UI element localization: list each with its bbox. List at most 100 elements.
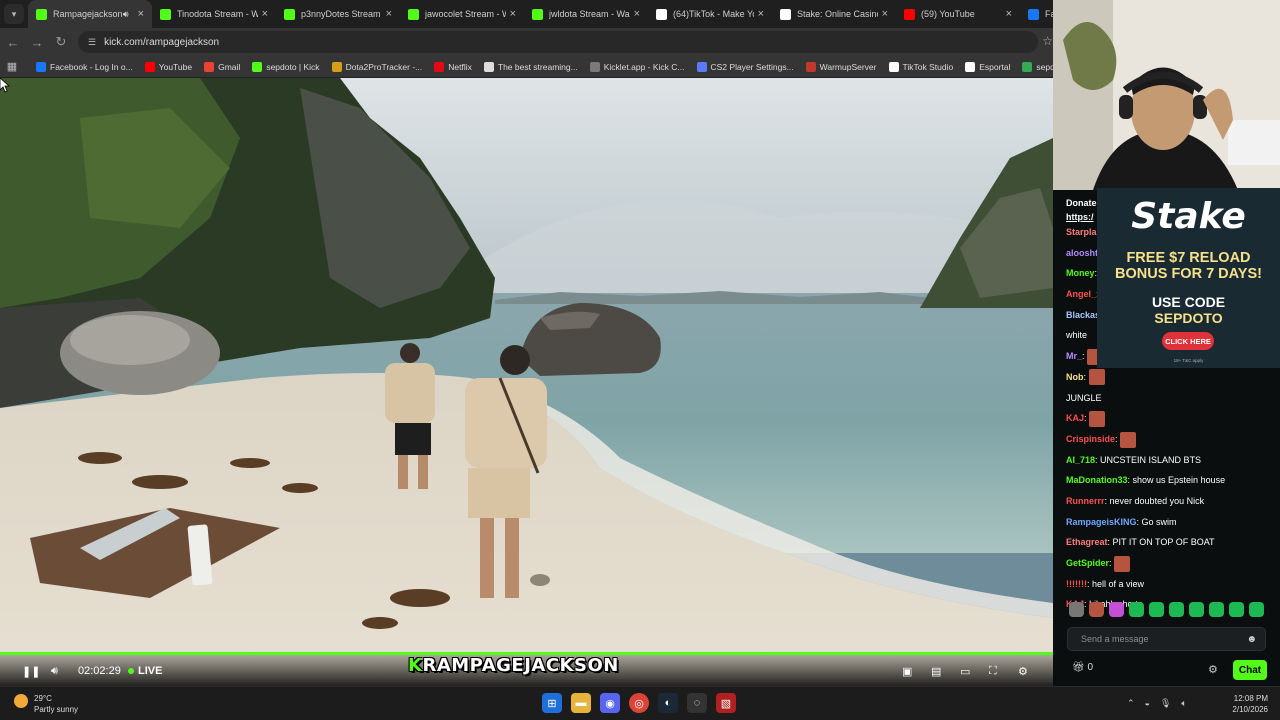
chrome-icon[interactable]: ◎ xyxy=(629,693,649,713)
chat-text: Go swim xyxy=(1141,516,1177,527)
browser-tab[interactable]: Tinodota Stream - W × xyxy=(152,0,276,28)
emote-icon[interactable] xyxy=(1109,602,1124,617)
browser-tab[interactable]: (59) YouTube × xyxy=(896,0,1020,28)
send-chat-button[interactable]: Chat xyxy=(1233,660,1267,680)
chat-username[interactable]: Crispinside xyxy=(1066,434,1115,444)
pip-icon[interactable]: ▭ xyxy=(960,665,970,678)
speaker-icon[interactable]: 🔈︎ xyxy=(1181,698,1186,709)
tab-close-icon[interactable]: × xyxy=(634,8,640,20)
system-clock[interactable]: 12:08 PM 2/10/2026 xyxy=(1228,693,1268,715)
emote-icon[interactable] xyxy=(1089,602,1104,617)
tab-favicon-icon xyxy=(160,8,171,20)
emote-icon[interactable] xyxy=(1069,602,1084,617)
bookmark-item[interactable]: The best streaming... xyxy=(483,61,578,72)
network-icon[interactable]: ◒ xyxy=(1145,698,1150,709)
chat-message-input[interactable]: Send a message ☻ xyxy=(1067,627,1266,651)
emoji-picker-icon[interactable]: ☻ xyxy=(1246,634,1257,645)
chat-username[interactable]: Mr_ xyxy=(1066,351,1082,361)
bookmark-item[interactable]: Esportal xyxy=(965,61,1010,72)
weather-widget[interactable]: 29°C Partly sunny xyxy=(14,693,78,715)
apps-grid-icon[interactable]: ▦ xyxy=(0,60,24,73)
bookmark-item[interactable]: Kicklet.app - Kick C... xyxy=(589,61,685,72)
emote-icon[interactable] xyxy=(1189,602,1204,617)
tab-close-icon[interactable]: × xyxy=(1006,8,1012,20)
theater-mode-icon[interactable]: ▤ xyxy=(931,665,941,678)
chat-username[interactable]: RampageisKING xyxy=(1066,517,1137,527)
chat-username[interactable]: Nob xyxy=(1066,372,1084,382)
mouse-cursor-icon xyxy=(0,78,10,93)
chat-username[interactable]: MaDonation33 xyxy=(1066,475,1128,485)
clip-icon[interactable]: ▣ xyxy=(902,665,912,678)
obs-icon[interactable]: ◌ xyxy=(687,693,707,713)
browser-tab[interactable]: Stake: Online Casino × xyxy=(772,0,896,28)
chat-text: white xyxy=(1066,330,1088,341)
chat-username[interactable]: Money xyxy=(1066,268,1095,278)
bookmark-item[interactable]: Dota2ProTracker -... xyxy=(331,61,422,72)
address-bar[interactable]: ☰ kick.com/rampagejackson xyxy=(78,31,1038,53)
browser-tab[interactable]: (64)TikTok - Make Yo × xyxy=(648,0,772,28)
tab-close-icon[interactable]: × xyxy=(510,8,516,20)
browser-tab[interactable]: Rampagejackson 🔊︎ × xyxy=(28,0,152,28)
bookmark-item[interactable]: YouTube xyxy=(144,61,192,72)
chat-username[interactable]: aloosht xyxy=(1066,248,1098,258)
ad-click-here-button[interactable]: CLICK HERE xyxy=(1162,332,1214,350)
emote-icon[interactable] xyxy=(1209,602,1224,617)
chat-message: JUNGLE xyxy=(1066,388,1276,409)
discord-icon[interactable]: ◉ xyxy=(600,693,620,713)
live-label: LIVE xyxy=(138,665,163,677)
bookmark-item[interactable]: sepdotes | Weig xyxy=(1022,61,1053,72)
chat-username[interactable]: GetSpider xyxy=(1066,558,1109,568)
browser-tab[interactable]: Faceb× xyxy=(1020,0,1053,28)
gift-subs[interactable]: 🎁︎ 0 xyxy=(1072,662,1093,673)
browser-tab[interactable]: p3nnyDotes Stream × xyxy=(276,0,400,28)
bookmark-item[interactable]: Netflix xyxy=(434,61,472,72)
site-info-icon[interactable]: ☰ xyxy=(88,37,96,48)
settings-gear-icon[interactable]: ⚙ xyxy=(1018,665,1028,678)
tab-close-icon[interactable]: × xyxy=(138,8,144,20)
tab-close-icon[interactable]: × xyxy=(758,8,764,20)
tab-audio-icon[interactable]: 🔊︎ xyxy=(123,9,129,20)
microphone-icon[interactable]: 🎙︎ xyxy=(1160,698,1171,709)
browser-tab[interactable]: jawocolet Stream - W × xyxy=(400,0,524,28)
steam-icon[interactable]: ◐ xyxy=(658,693,678,713)
chat-username[interactable]: AI_718 xyxy=(1066,455,1095,465)
emote-icon[interactable] xyxy=(1169,602,1184,617)
tray-overflow-icon[interactable]: ⌃ xyxy=(1127,698,1135,709)
file-explorer-icon[interactable]: ▬ xyxy=(571,693,591,713)
browser-tab[interactable]: jwldota Stream - Wa × xyxy=(524,0,648,28)
chat-username[interactable]: Ethagreat xyxy=(1066,537,1108,547)
emote-icon[interactable] xyxy=(1129,602,1144,617)
reload-icon[interactable]: ↻ xyxy=(50,34,72,50)
chat-username[interactable]: Blackas xyxy=(1066,310,1100,320)
video-player[interactable] xyxy=(0,78,1053,686)
chat-settings-gear-icon[interactable]: ⚙ xyxy=(1208,663,1218,676)
bookmark-item[interactable]: Facebook - Log In o... xyxy=(36,61,133,72)
bookmark-item[interactable]: sepdoto | Kick xyxy=(252,61,320,72)
chat-username[interactable]: Angel_ xyxy=(1066,289,1096,299)
emote-icon[interactable] xyxy=(1249,602,1264,617)
tab-close-icon[interactable]: × xyxy=(386,8,392,20)
chat-username[interactable]: Runnerrr xyxy=(1066,496,1105,506)
bookmark-item[interactable]: CS2 Player Settings... xyxy=(696,61,794,72)
start-menu-icon[interactable]: ⊞ xyxy=(542,693,562,713)
stake-ad-banner[interactable]: Stake FREE $7 RELOAD BONUS FOR 7 DAYS! US… xyxy=(1097,188,1280,368)
emote-icon[interactable] xyxy=(1149,602,1164,617)
bookmark-item[interactable]: Gmail xyxy=(204,61,240,72)
bookmark-item[interactable]: TikTok Studio xyxy=(888,61,953,72)
emote-icon[interactable] xyxy=(1229,602,1244,617)
tab-close-icon[interactable]: × xyxy=(882,8,888,20)
app-icon[interactable]: ▧ xyxy=(716,693,736,713)
tab-search-button[interactable]: ▾ xyxy=(4,4,24,24)
volume-icon[interactable]: 🔊︎ xyxy=(51,665,58,678)
chat-username[interactable]: Starpla xyxy=(1066,227,1097,237)
chat-username[interactable]: KAJ xyxy=(1066,413,1084,423)
forward-icon[interactable]: → xyxy=(26,35,48,50)
tab-close-icon[interactable]: × xyxy=(262,8,268,20)
pause-icon[interactable]: ❚❚ xyxy=(22,665,40,678)
bookmark-item[interactable]: WarmupServer xyxy=(805,61,877,72)
back-icon[interactable]: ← xyxy=(2,35,24,50)
fullscreen-icon[interactable]: ⛶ xyxy=(989,665,997,678)
bookmark-star-icon[interactable]: ☆ xyxy=(1042,34,1053,48)
chat-message: Nob: xyxy=(1066,367,1276,388)
chat-username[interactable]: !!!!!!! xyxy=(1066,579,1087,589)
